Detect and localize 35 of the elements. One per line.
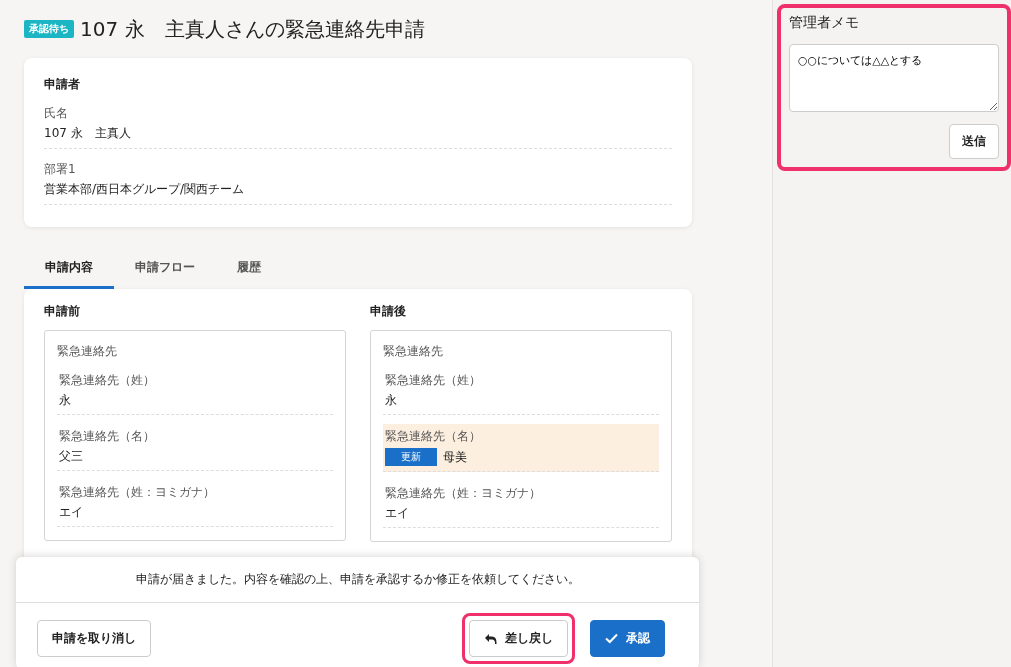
group-title: 緊急連絡先 — [383, 343, 444, 360]
field-value: 母美 — [443, 448, 467, 466]
field-label: 部署1 — [44, 161, 77, 178]
tab[interactable]: 履歴 — [216, 251, 282, 289]
field-value: 永 — [385, 392, 397, 409]
send-back-button[interactable]: 差し戻し — [469, 620, 568, 657]
update-badge: 更新 — [385, 448, 437, 466]
action-message: 申請が届きました。内容を確認の上、申請を承認するか修正を依頼してください。 — [16, 557, 699, 603]
field-label: 氏名 — [44, 105, 69, 122]
field-label: 緊急連絡先（姓：ヨミガナ） — [59, 484, 216, 501]
field-label: 緊急連絡先（姓） — [59, 372, 156, 389]
field-value: 営業本部/西日本グループ/関西チーム — [44, 181, 246, 198]
field-value: 永 — [59, 392, 71, 409]
memo-title: 管理者メモ — [789, 14, 860, 32]
status-badge: 承認待ち — [24, 20, 74, 38]
column-heading: 申請後 — [370, 303, 407, 320]
cancel-request-button[interactable]: 申請を取り消し — [37, 620, 151, 657]
field-label: 緊急連絡先（名） — [59, 428, 156, 445]
field-value: 107 永 主真人 — [44, 125, 132, 142]
field-value: エイ — [385, 505, 409, 522]
field-label: 緊急連絡先（名） — [385, 428, 482, 445]
send-button[interactable]: 送信 — [949, 124, 999, 159]
check-icon — [605, 633, 618, 644]
memo-field[interactable]: ○○については△△とする — [789, 44, 999, 112]
field-value: エイ — [59, 504, 83, 521]
reply-arrow-icon — [484, 632, 497, 645]
field-label: 緊急連絡先（姓：ヨミガナ） — [385, 485, 542, 502]
column-heading: 申請前 — [44, 303, 81, 320]
tab[interactable]: 申請フロー — [114, 251, 216, 289]
approve-button[interactable]: 承認 — [590, 620, 665, 657]
section-heading: 申請者 — [44, 76, 81, 93]
group-title: 緊急連絡先 — [57, 343, 118, 360]
field-value: 父三 — [59, 448, 83, 465]
field-label: 緊急連絡先（姓） — [385, 372, 482, 389]
page-title: 107 永 主真人さんの緊急連絡先申請 — [80, 15, 425, 43]
